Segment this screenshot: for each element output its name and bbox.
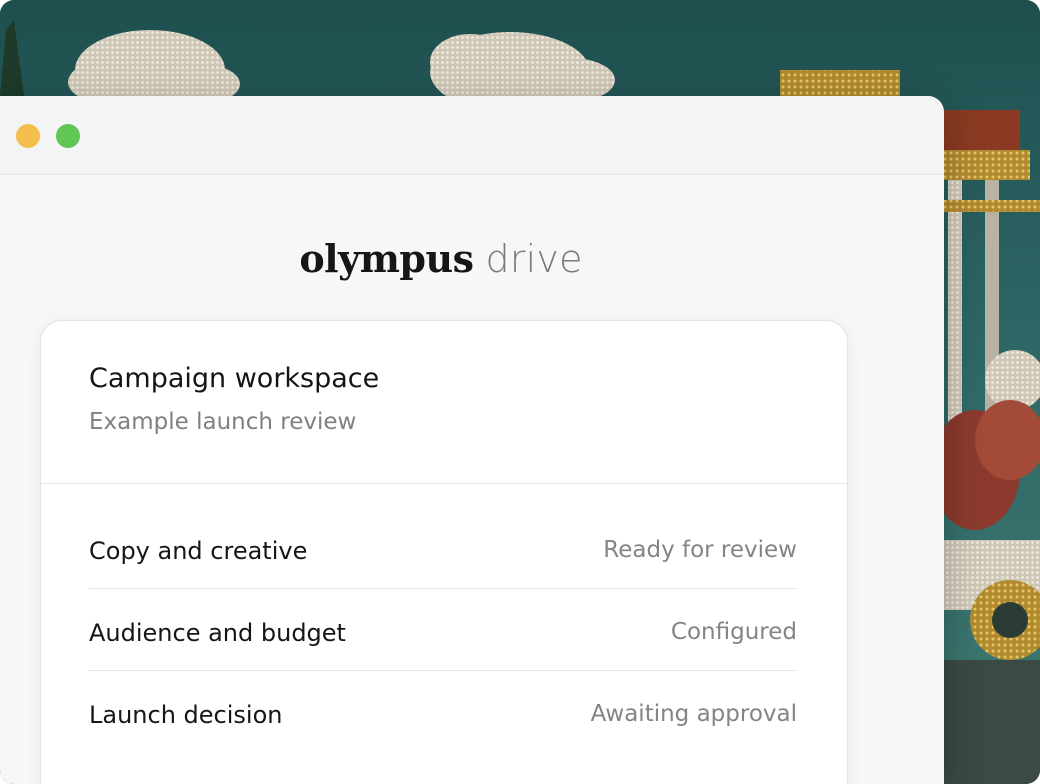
app-window: olympus drive Campaign workspace Example … [0,96,944,784]
window-titlebar[interactable] [0,96,944,175]
checklist-item-status: Ready for review [603,537,797,563]
app-logo: olympus drive [0,236,884,281]
card-header: Campaign workspace Example launch review [41,321,847,484]
minimize-window-button[interactable] [16,124,40,148]
checklist-item-label: Copy and creative [89,537,308,565]
checklist-item-label: Launch decision [89,701,283,729]
checklist-item-copy-and-creative[interactable]: Copy and creative Ready for review [89,507,797,589]
logo-brand: olympus [299,236,474,281]
workspace-card: Campaign workspace Example launch review… [40,320,848,784]
checklist-item-status: Awaiting approval [590,701,797,727]
desktop: olympus drive Campaign workspace Example … [0,0,1040,784]
checklist-item-launch-decision[interactable]: Launch decision Awaiting approval [89,671,797,752]
card-subtitle: Example launch review [89,409,357,435]
maximize-window-button[interactable] [56,124,80,148]
card-title: Campaign workspace [89,363,380,394]
logo-product: drive [485,237,583,281]
checklist-item-label: Audience and budget [89,619,346,647]
checklist-item-audience-and-budget[interactable]: Audience and budget Configured [89,589,797,671]
checklist: Copy and creative Ready for review Audie… [89,507,797,752]
checklist-item-status: Configured [670,619,797,645]
